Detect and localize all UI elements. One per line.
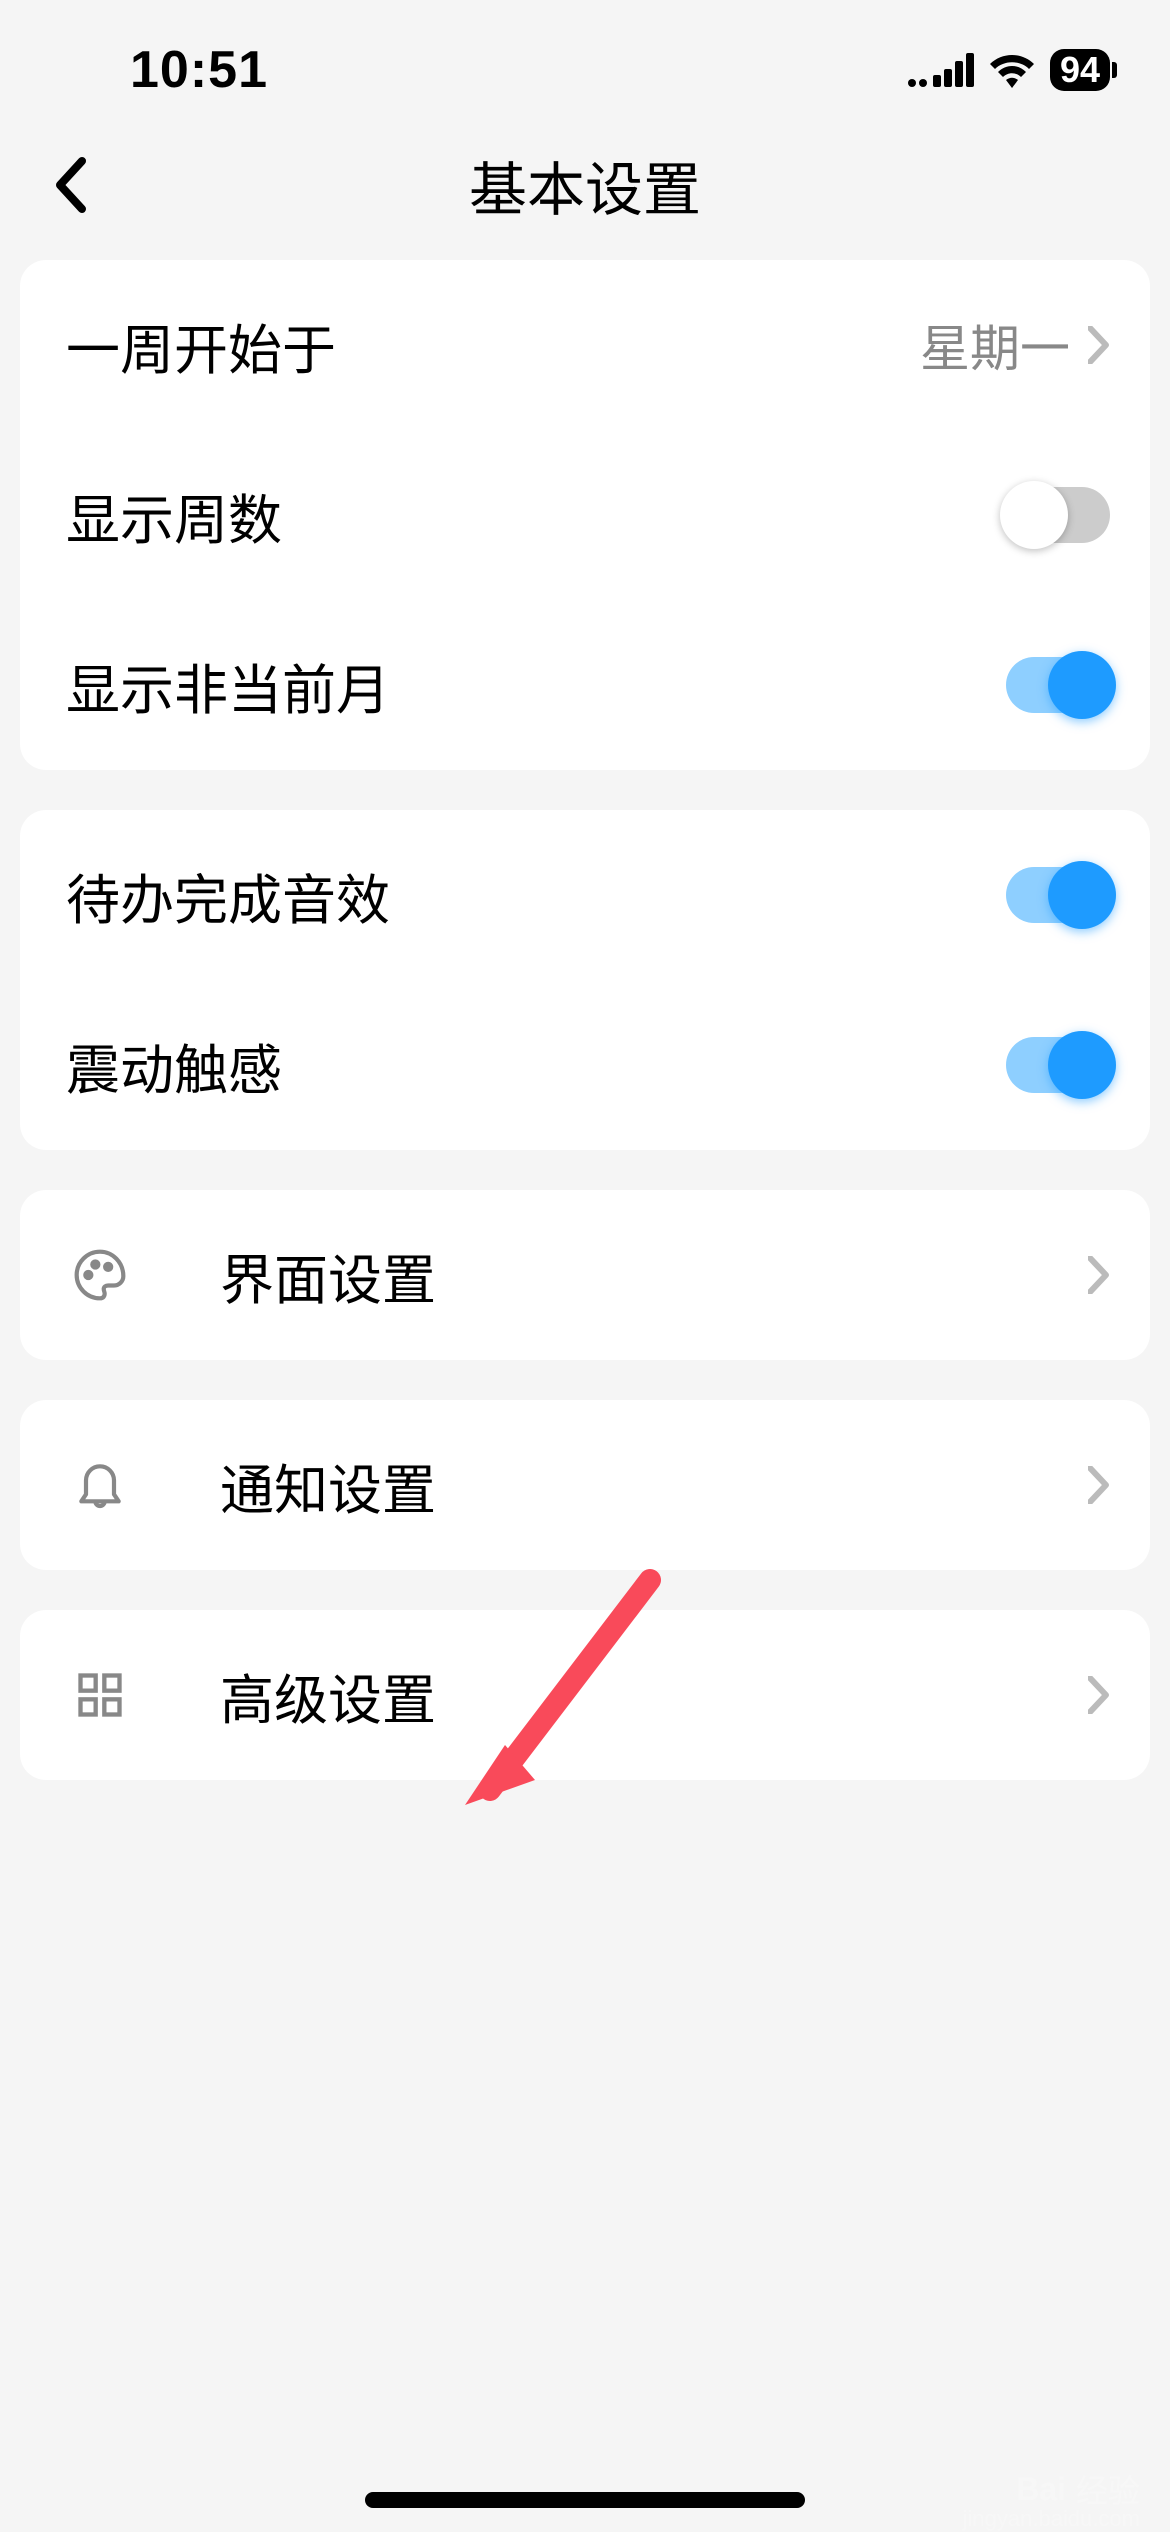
show-non-current-label: 显示非当前月 — [66, 646, 1006, 725]
settings-group-calendar: 一周开始于 星期一 显示周数 显示非当前月 — [20, 260, 1150, 770]
row-week-start[interactable]: 一周开始于 星期一 — [20, 260, 1150, 430]
row-notification-settings[interactable]: 通知设置 — [20, 1400, 1150, 1570]
show-non-current-toggle[interactable] — [1006, 657, 1110, 713]
row-advanced-settings[interactable]: 高级设置 — [20, 1610, 1150, 1780]
settings-row-notification: 通知设置 — [20, 1400, 1150, 1570]
settings-row-advanced: 高级设置 — [20, 1610, 1150, 1780]
settings-group-feedback: 待办完成音效 震动触感 — [20, 810, 1150, 1150]
status-bar: 10:51 94 — [0, 0, 1170, 110]
chevron-right-icon — [1088, 1256, 1110, 1294]
grid-icon — [70, 1665, 130, 1725]
row-show-week-number: 显示周数 — [20, 430, 1150, 600]
chevron-right-icon — [1088, 1466, 1110, 1504]
row-haptic: 震动触感 — [20, 980, 1150, 1150]
todo-sound-label: 待办完成音效 — [66, 856, 1006, 935]
week-start-label: 一周开始于 — [66, 306, 920, 385]
row-show-non-current-month: 显示非当前月 — [20, 600, 1150, 770]
battery-indicator: 94 — [1050, 49, 1110, 91]
home-indicator[interactable] — [365, 2492, 805, 2508]
todo-sound-toggle[interactable] — [1006, 867, 1110, 923]
chevron-left-icon — [54, 157, 86, 213]
page-title: 基本设置 — [40, 143, 1130, 227]
nav-header: 基本设置 — [0, 110, 1170, 260]
wifi-icon — [988, 52, 1036, 88]
advanced-settings-label: 高级设置 — [220, 1656, 1088, 1735]
notification-settings-label: 通知设置 — [220, 1446, 1088, 1525]
watermark-url: jingyan.baidu.com — [963, 2506, 1140, 2532]
haptic-label: 震动触感 — [66, 1026, 1006, 1105]
row-ui-settings[interactable]: 界面设置 — [20, 1190, 1150, 1360]
status-indicators: 94 — [908, 49, 1110, 91]
palette-icon — [70, 1245, 130, 1305]
settings-row-ui: 界面设置 — [20, 1190, 1150, 1360]
status-time: 10:51 — [130, 40, 268, 100]
ui-settings-label: 界面设置 — [220, 1236, 1088, 1315]
row-todo-sound: 待办完成音效 — [20, 810, 1150, 980]
back-button[interactable] — [40, 155, 100, 215]
chevron-right-icon — [1088, 1676, 1110, 1714]
show-week-num-toggle[interactable] — [1006, 487, 1110, 543]
haptic-toggle[interactable] — [1006, 1037, 1110, 1093]
watermark-brand: Bai — [1016, 2471, 1066, 2508]
bell-icon — [70, 1455, 130, 1515]
show-week-num-label: 显示周数 — [66, 476, 1006, 555]
week-start-value: 星期一 — [920, 309, 1070, 381]
chevron-right-icon — [1088, 326, 1110, 364]
cellular-signal-icon — [908, 53, 974, 87]
